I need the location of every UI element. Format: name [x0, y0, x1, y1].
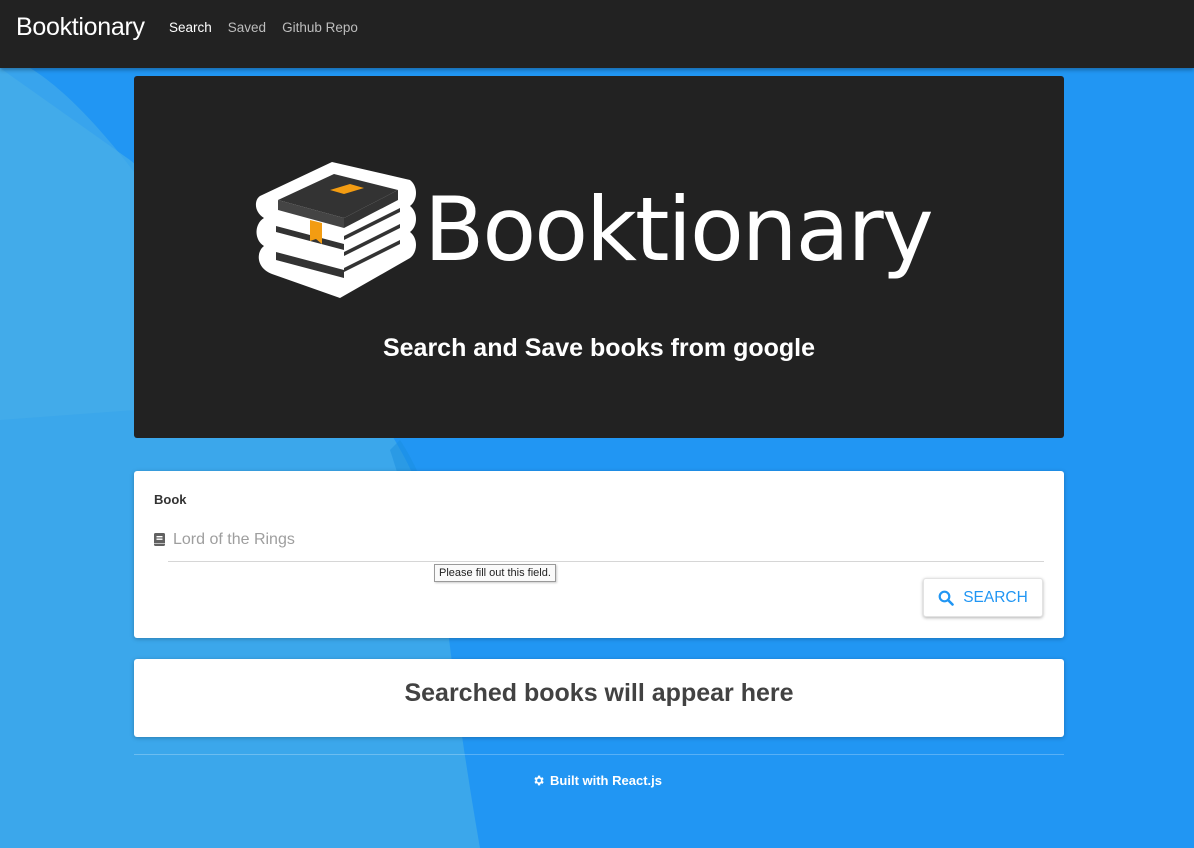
input-underline [168, 561, 1044, 562]
nav-links: Search Saved Github Repo [169, 20, 374, 35]
search-icon [938, 590, 954, 606]
validation-tooltip: Please fill out this field. [434, 564, 556, 582]
footer-text: Built with React.js [550, 773, 662, 788]
results-empty-message: Searched books will appear here [404, 679, 794, 707]
book-search-input[interactable] [173, 526, 1043, 554]
hero-banner: Booktionary Search and Save books from g… [134, 76, 1064, 438]
gear-icon [534, 775, 544, 786]
hero-tagline: Search and Save books from google [382, 334, 816, 362]
footer: Built with React.js [0, 773, 1194, 788]
footer-divider [134, 754, 1064, 755]
search-button-label: SEARCH [963, 588, 1028, 606]
navbar-brand[interactable]: Booktionary [16, 13, 145, 42]
book-field-label: Book [154, 492, 187, 507]
books-stack-icon [255, 162, 416, 298]
nav-link-search[interactable]: Search [169, 20, 212, 35]
booktionary-logo: Booktionary [255, 162, 934, 298]
results-card: Searched books will appear here [134, 659, 1064, 737]
search-button[interactable]: SEARCH [923, 578, 1043, 617]
navbar: Booktionary Search Saved Github Repo [0, 0, 1194, 68]
search-form-card: Book Please fill out this field. SEARCH [134, 471, 1064, 638]
nav-link-saved[interactable]: Saved [228, 20, 266, 35]
nav-link-github-repo[interactable]: Github Repo [282, 20, 358, 35]
book-icon [154, 533, 165, 546]
logo-wordmark: Booktionary [424, 178, 932, 281]
